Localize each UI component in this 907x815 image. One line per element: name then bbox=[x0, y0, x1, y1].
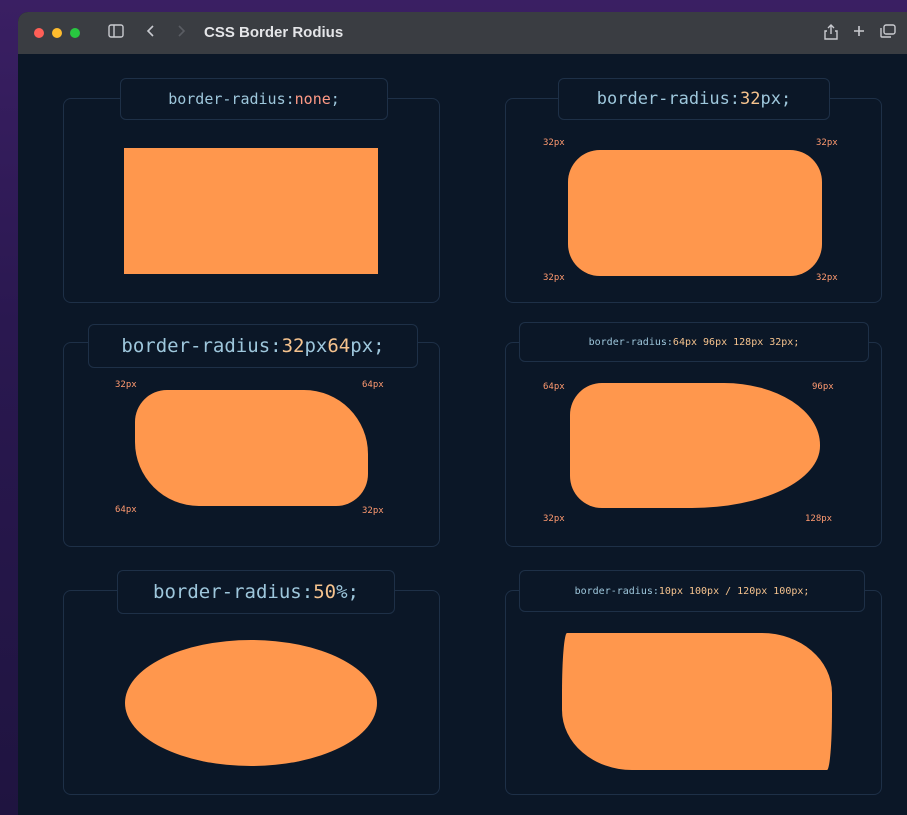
page-title: CSS Border Rodius bbox=[204, 24, 344, 41]
code-unit: px bbox=[304, 335, 328, 357]
tabs-icon[interactable] bbox=[880, 24, 896, 43]
code-property: border-radius: bbox=[153, 581, 314, 603]
corner-label: 32px bbox=[543, 514, 565, 524]
minimize-window-button[interactable] bbox=[52, 28, 62, 38]
title-bar: CSS Border Rodius bbox=[18, 12, 907, 54]
corner-label: 32px bbox=[115, 380, 137, 390]
forward-icon[interactable] bbox=[176, 24, 186, 43]
corner-label: 32px bbox=[543, 273, 565, 283]
code-label: border-radius: 32 px; bbox=[558, 78, 830, 120]
code-value: 10px 100px / 120px 100px; bbox=[658, 585, 810, 597]
code-value: 64px 96px 128px 32px; bbox=[672, 336, 800, 348]
code-number: 50 bbox=[313, 581, 337, 603]
corner-label: 32px bbox=[816, 273, 838, 283]
corner-label: 32px bbox=[816, 138, 838, 148]
code-property: border-radius: bbox=[121, 335, 282, 357]
code-property: border-radius: bbox=[168, 90, 295, 108]
code-value: none bbox=[294, 90, 331, 108]
new-tab-icon[interactable] bbox=[852, 24, 866, 43]
code-number: 32 bbox=[740, 89, 761, 109]
code-label: border-radius: 50%; bbox=[117, 570, 395, 614]
code-label: border-radius: 10px 100px / 120px 100px; bbox=[519, 570, 865, 612]
code-property: border-radius: bbox=[588, 336, 673, 348]
share-icon[interactable] bbox=[824, 24, 838, 45]
corner-label: 64px bbox=[543, 382, 565, 392]
code-unit: %; bbox=[336, 581, 359, 603]
code-label: border-radius: 64px 96px 128px 32px; bbox=[519, 322, 869, 362]
shape-rectangle bbox=[124, 148, 378, 274]
code-property: border-radius: bbox=[574, 585, 659, 597]
corner-label: 32px bbox=[362, 506, 384, 516]
corner-label: 32px bbox=[543, 138, 565, 148]
zoom-window-button[interactable] bbox=[70, 28, 80, 38]
corner-label: 64px bbox=[115, 505, 137, 515]
code-number: 64 bbox=[327, 335, 351, 357]
corner-label: 128px bbox=[805, 514, 833, 524]
code-semicolon: ; bbox=[330, 90, 340, 108]
code-number: 32 bbox=[281, 335, 305, 357]
code-unit: px; bbox=[350, 335, 385, 357]
shape-rounded-4-values bbox=[570, 383, 820, 508]
code-label: border-radius: none; bbox=[120, 78, 388, 120]
code-unit: px; bbox=[760, 89, 792, 109]
shape-rounded-32-64 bbox=[135, 390, 368, 506]
corner-label: 64px bbox=[362, 380, 384, 390]
shape-ellipse bbox=[125, 640, 377, 766]
close-window-button[interactable] bbox=[34, 28, 44, 38]
corner-label: 96px bbox=[812, 382, 834, 392]
sidebar-icon[interactable] bbox=[108, 24, 124, 43]
shape-rounded-slash bbox=[562, 633, 832, 770]
code-property: border-radius: bbox=[596, 89, 741, 109]
back-icon[interactable] bbox=[146, 24, 156, 43]
code-label: border-radius: 32 px 64 px; bbox=[88, 324, 418, 368]
shape-rounded-32 bbox=[568, 150, 822, 276]
